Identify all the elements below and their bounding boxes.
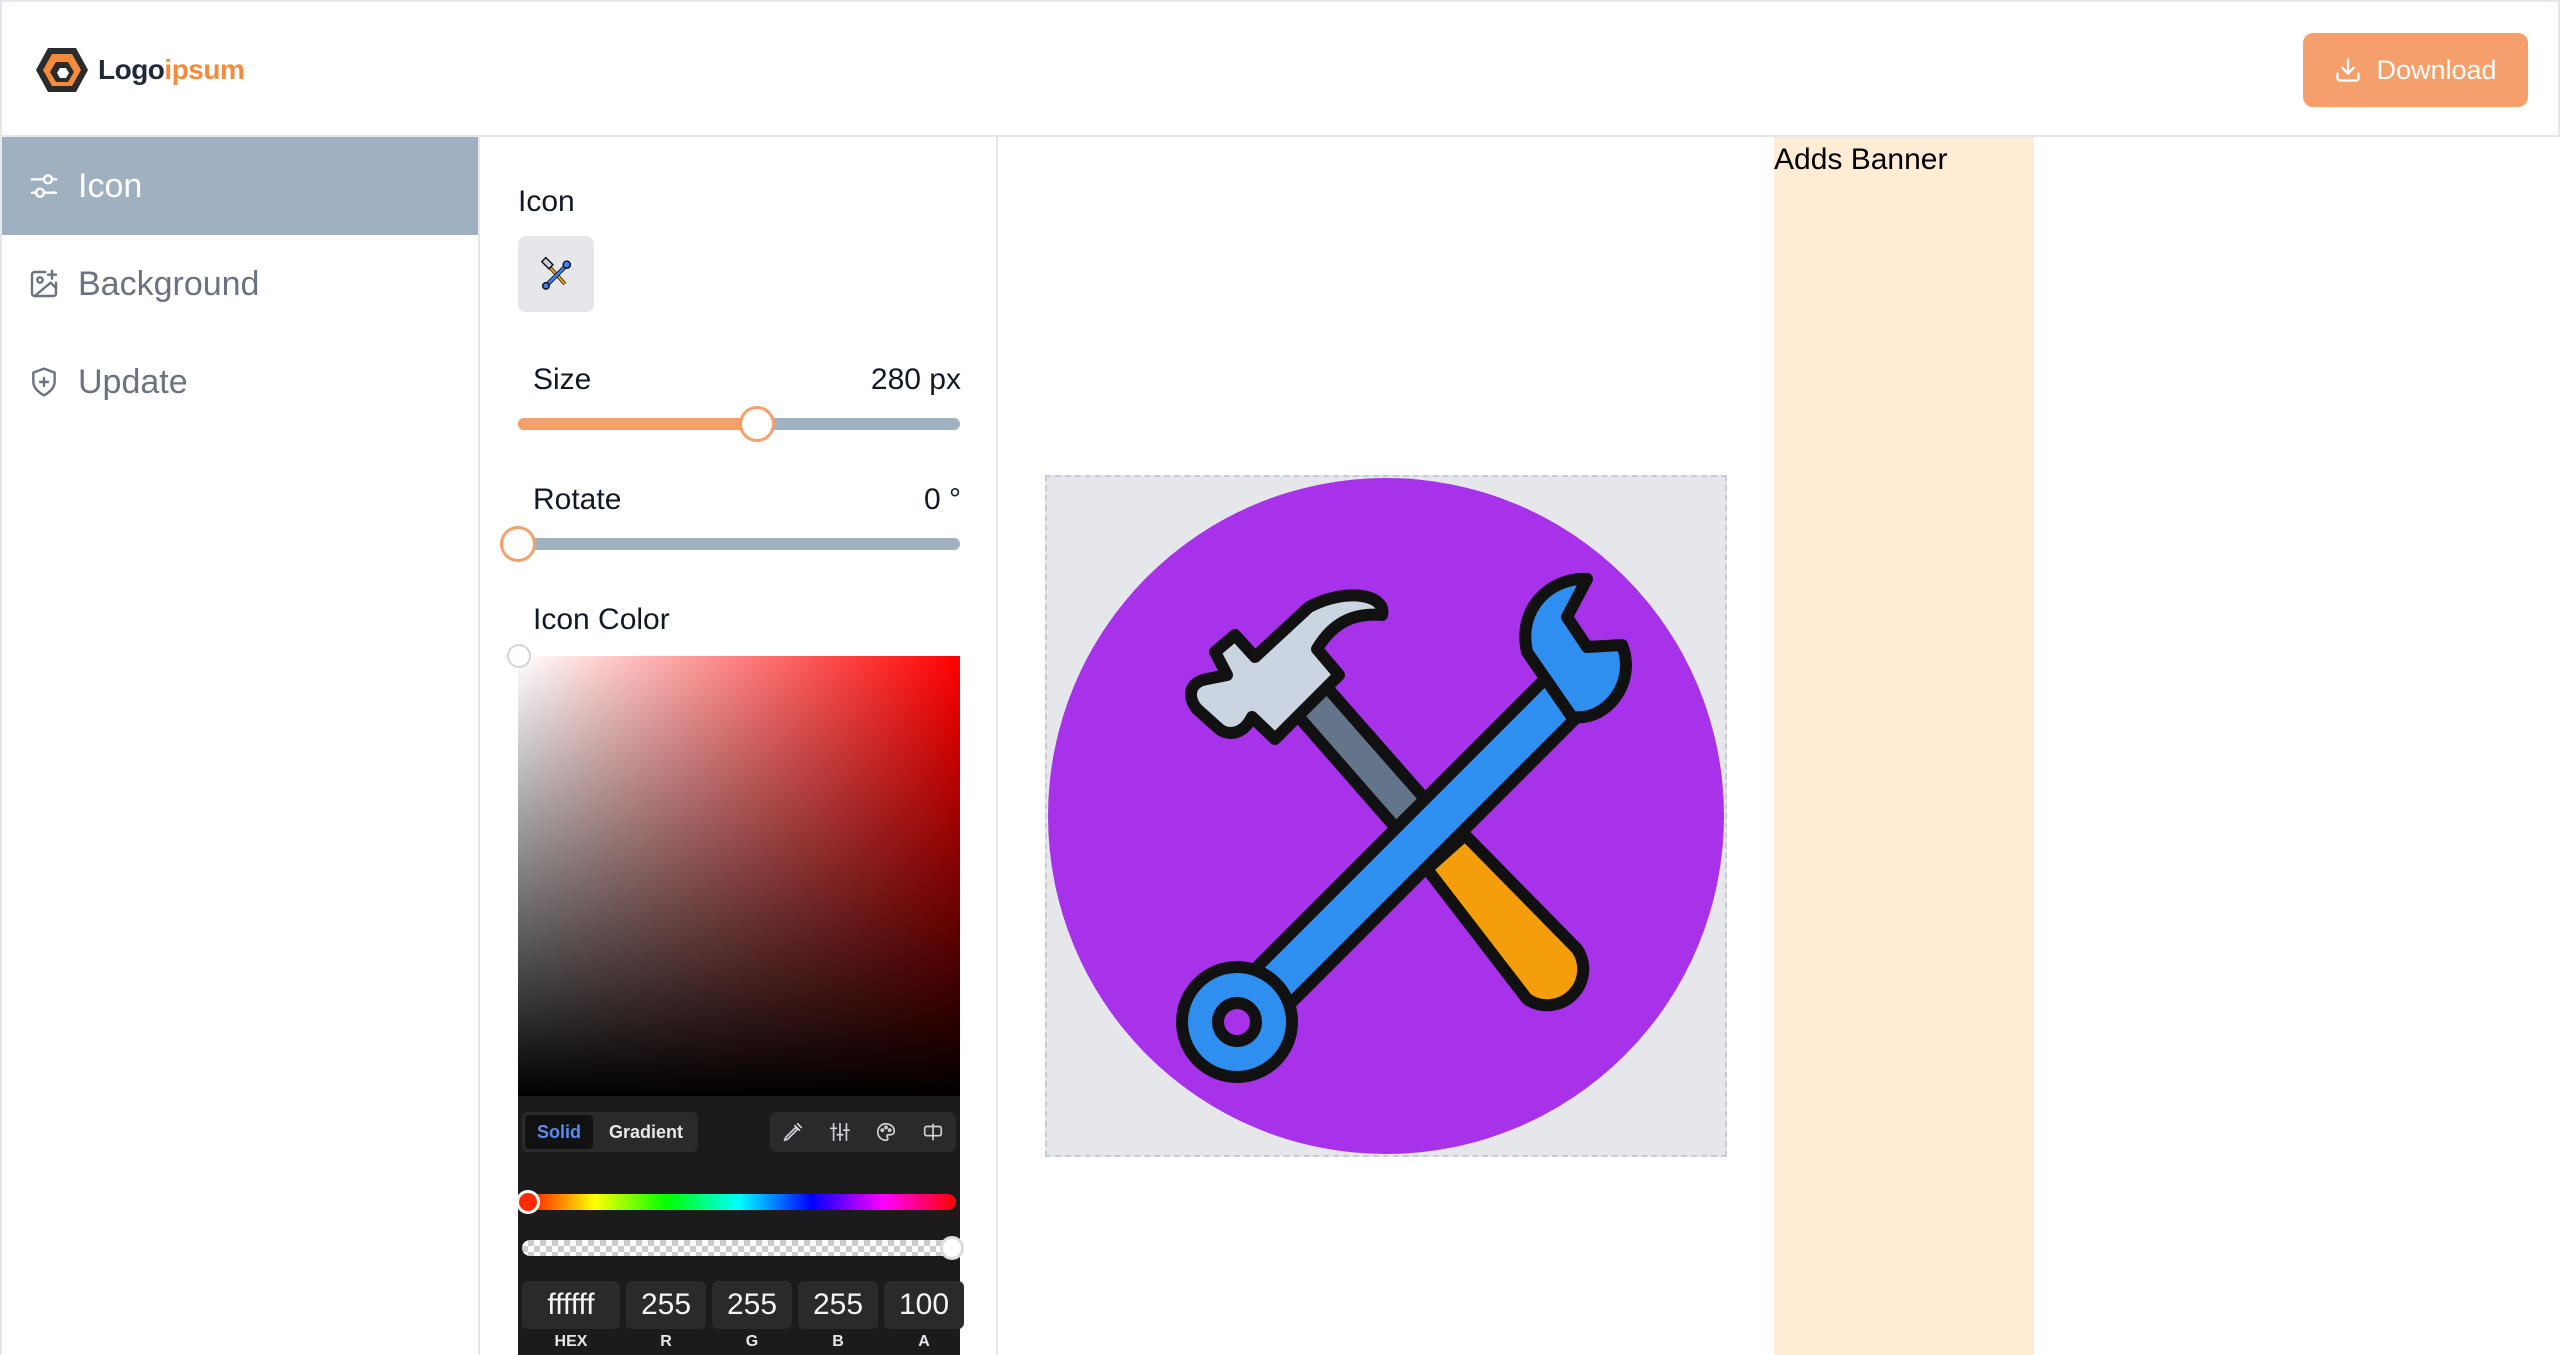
hex-field: ffffff HEX <box>522 1281 620 1351</box>
rotate-value: 0 ° <box>923 483 961 516</box>
tab-solid[interactable]: Solid <box>525 1115 593 1149</box>
icon-selector-button[interactable] <box>518 236 594 312</box>
alpha-slider-thumb[interactable] <box>940 1236 964 1260</box>
b-field: 255 B <box>798 1281 878 1351</box>
sidebar-item-update[interactable]: Update <box>2 333 478 431</box>
icon-section-label: Icon <box>518 185 575 218</box>
logo-text-part1: Logo <box>98 54 165 85</box>
g-input[interactable]: 255 <box>712 1281 792 1329</box>
ads-banner-text: Adds Banner <box>1774 143 1948 176</box>
preview-art <box>1048 478 1724 1154</box>
size-value: 280 px <box>870 363 961 396</box>
b-label: B <box>832 1333 844 1350</box>
tab-gradient[interactable]: Gradient <box>597 1115 695 1149</box>
sidebar-item-label: Background <box>78 264 260 303</box>
shield-plus-icon <box>32 367 56 397</box>
picker-tools <box>770 1112 956 1152</box>
palette-button[interactable] <box>873 1119 899 1145</box>
sidebar: Icon Background Update <box>0 137 480 1355</box>
saturation-value-area[interactable] <box>507 644 960 1096</box>
logo[interactable]: Logoipsum <box>34 44 245 96</box>
eyedropper-icon <box>783 1122 803 1142</box>
preview-canvas[interactable] <box>1045 475 1727 1157</box>
icon-color-label: Icon Color <box>533 603 670 636</box>
b-input[interactable]: 255 <box>798 1281 878 1329</box>
hammer-wrench-icon <box>540 256 572 290</box>
r-field: 255 R <box>626 1281 706 1351</box>
logo-text: Logoipsum <box>98 54 245 86</box>
a-label: A <box>918 1333 930 1350</box>
a-input[interactable]: 100 <box>884 1281 964 1329</box>
ads-banner: Adds Banner <box>1774 137 2034 1355</box>
logo-icon <box>36 48 88 92</box>
logo-text-part2: ipsum <box>164 54 245 85</box>
saturation-thumb[interactable] <box>507 644 531 668</box>
top-header: Logoipsum Download <box>0 0 2560 137</box>
hex-label: HEX <box>554 1333 588 1350</box>
sliders-icon <box>30 174 58 198</box>
palette-icon <box>877 1122 896 1142</box>
fill-type-tabs: Solid Gradient <box>522 1112 699 1152</box>
sidebar-item-label: Update <box>78 362 188 401</box>
size-label: Size <box>533 363 592 396</box>
color-fields: ffffff HEX 255 R 255 G 255 B 100 A <box>522 1281 964 1351</box>
eyedropper-button[interactable] <box>780 1119 806 1145</box>
image-plus-icon <box>30 269 58 298</box>
compare-button[interactable] <box>920 1119 946 1145</box>
hue-slider-thumb[interactable] <box>516 1190 540 1214</box>
size-slider[interactable] <box>518 406 960 442</box>
size-slider-fill <box>518 418 757 430</box>
settings-panel: Icon Size 280 px Rotate 0 ° Icon Color S… <box>480 137 998 1355</box>
rotate-slider-thumb[interactable] <box>500 526 536 562</box>
download-label: Download <box>2376 54 2497 85</box>
hex-input[interactable]: ffffff <box>522 1281 620 1329</box>
g-label: G <box>745 1333 759 1350</box>
hue-slider[interactable] <box>516 1190 956 1214</box>
adjust-button[interactable] <box>827 1119 853 1145</box>
a-field: 100 A <box>884 1281 964 1351</box>
download-icon <box>2336 58 2361 82</box>
sidebar-item-label: Icon <box>78 166 143 205</box>
sliders-vertical-icon <box>829 1122 850 1142</box>
alpha-slider[interactable] <box>522 1236 964 1260</box>
r-label: R <box>660 1333 672 1350</box>
download-button[interactable]: Download <box>2303 33 2528 107</box>
rotate-label: Rotate <box>533 483 622 516</box>
g-field: 255 G <box>712 1281 792 1351</box>
compare-icon <box>923 1123 942 1141</box>
sidebar-item-background[interactable]: Background <box>2 235 478 333</box>
sidebar-item-icon[interactable]: Icon <box>2 137 478 235</box>
rotate-slider[interactable] <box>500 526 960 562</box>
color-picker: Solid Gradient ffffff HEX 255 R 255 G 25… <box>507 644 964 1355</box>
r-input[interactable]: 255 <box>626 1281 706 1329</box>
size-slider-thumb[interactable] <box>738 406 775 442</box>
